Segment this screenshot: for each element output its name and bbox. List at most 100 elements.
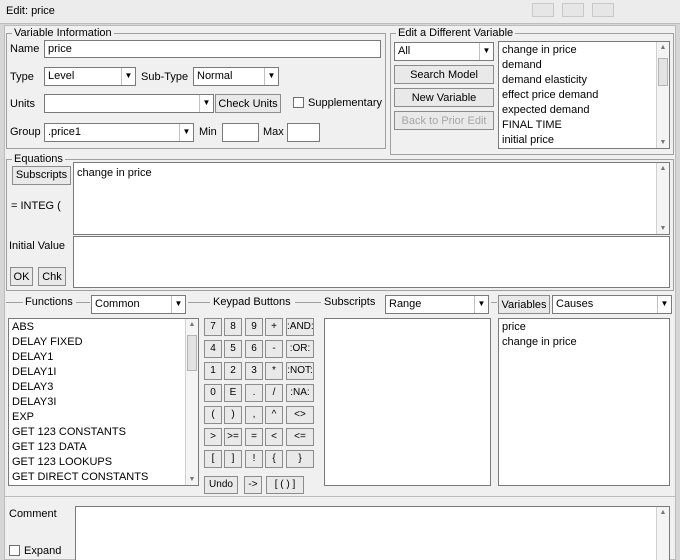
list-item[interactable]: DELAY FIXED	[9, 335, 198, 350]
keypad-key[interactable]: *	[265, 362, 283, 380]
list-item[interactable]: DELAY1I	[9, 365, 198, 380]
scroll-thumb[interactable]	[187, 335, 197, 371]
min-field[interactable]	[222, 123, 259, 142]
list-item[interactable]: change in price	[499, 43, 669, 58]
keypad-key[interactable]: !	[245, 450, 263, 468]
check-units-button[interactable]: Check Units	[215, 94, 281, 113]
list-item[interactable]: DELAY3I	[9, 395, 198, 410]
chevron-down-icon[interactable]: ▼	[199, 95, 213, 112]
maximize-button[interactable]	[562, 3, 584, 17]
keypad-key[interactable]: :OR:	[286, 340, 314, 358]
list-item[interactable]: EXP	[9, 410, 198, 425]
keypad-key[interactable]: :NA:	[286, 384, 314, 402]
equation-text[interactable]: change in price	[74, 163, 669, 181]
back-to-prior-edit-button[interactable]: Back to Prior Edit	[394, 111, 494, 130]
undo-button[interactable]: Undo	[204, 476, 238, 494]
keypad-key[interactable]: >=	[224, 428, 242, 446]
search-model-button[interactable]: Search Model	[394, 65, 494, 84]
list-item[interactable]: FINAL TIME	[499, 118, 669, 133]
scroll-down-icon[interactable]: ▼	[657, 225, 669, 232]
keypad-key[interactable]: E	[224, 384, 242, 402]
list-item[interactable]: expected demand	[499, 103, 669, 118]
keypad-key[interactable]: /	[265, 384, 283, 402]
list-item[interactable]: DELAY1	[9, 350, 198, 365]
keypad-key[interactable]: >	[204, 428, 222, 446]
variable-filter-select[interactable]: All ▼	[394, 42, 494, 61]
chk-button[interactable]: Chk	[38, 267, 66, 286]
chevron-down-icon[interactable]: ▼	[171, 296, 185, 313]
scroll-up-icon[interactable]: ▲	[657, 509, 669, 516]
scroll-down-icon[interactable]: ▼	[186, 476, 198, 483]
chevron-down-icon[interactable]: ▼	[474, 296, 488, 313]
subscripts-filter-select[interactable]: Range ▼	[385, 295, 489, 314]
units-select[interactable]: ▼	[44, 94, 214, 113]
variables-button[interactable]: Variables	[498, 295, 550, 314]
variable-list-scrollbar[interactable]: ▲ ▼	[656, 42, 669, 148]
variables-filter-select[interactable]: Causes ▼	[552, 295, 672, 314]
keypad-key[interactable]: ]	[224, 450, 242, 468]
list-item[interactable]: price	[499, 320, 669, 335]
chevron-down-icon[interactable]: ▼	[121, 68, 135, 85]
chevron-down-icon[interactable]: ▼	[264, 68, 278, 85]
arrow-key[interactable]: ->	[244, 476, 262, 494]
chevron-down-icon[interactable]: ▼	[657, 296, 671, 313]
causes-variable-list[interactable]: price change in price	[498, 318, 670, 486]
expand-checkbox[interactable]	[9, 545, 20, 556]
chevron-down-icon[interactable]: ▼	[479, 43, 493, 60]
list-item[interactable]: DELAY3	[9, 380, 198, 395]
scroll-up-icon[interactable]: ▲	[186, 321, 198, 328]
keypad-key[interactable]: 6	[245, 340, 263, 358]
ok-button[interactable]: OK	[10, 267, 33, 286]
keypad-key[interactable]: ^	[265, 406, 283, 424]
keypad-key[interactable]: .	[245, 384, 263, 402]
list-item[interactable]: GET DIRECT CONSTANTS	[9, 470, 198, 485]
keypad-key[interactable]: 4	[204, 340, 222, 358]
close-button[interactable]	[592, 3, 614, 17]
list-item[interactable]: initial price	[499, 133, 669, 148]
subscripts-list[interactable]	[324, 318, 491, 486]
max-field[interactable]	[287, 123, 320, 142]
list-item[interactable]: GET 123 CONSTANTS	[9, 425, 198, 440]
keypad-key[interactable]: 9	[245, 318, 263, 336]
keypad-key[interactable]: +	[265, 318, 283, 336]
keypad-key[interactable]: 7	[204, 318, 222, 336]
variable-list[interactable]: change in price demand demand elasticity…	[498, 41, 670, 149]
scroll-up-icon[interactable]: ▲	[657, 44, 669, 51]
keypad-key[interactable]: }	[286, 450, 314, 468]
supplementary-checkbox[interactable]	[293, 97, 304, 108]
equation-scrollbar[interactable]: ▲ ▼	[656, 163, 669, 234]
list-item[interactable]: ABS	[9, 320, 198, 335]
bracket-key[interactable]: [ ( ) ]	[266, 476, 304, 494]
keypad-key[interactable]: :AND:	[286, 318, 314, 336]
functions-scrollbar[interactable]: ▲ ▼	[185, 319, 198, 485]
keypad-key[interactable]: 2	[224, 362, 242, 380]
keypad-key[interactable]: ,	[245, 406, 263, 424]
scroll-down-icon[interactable]: ▼	[657, 139, 669, 146]
keypad-key[interactable]: 3	[245, 362, 263, 380]
keypad-key[interactable]: 0	[204, 384, 222, 402]
list-item[interactable]: change in price	[499, 335, 669, 350]
keypad-key[interactable]: (	[204, 406, 222, 424]
keypad-key[interactable]: <=	[286, 428, 314, 446]
equation-editor[interactable]: change in price ▲ ▼	[73, 162, 670, 235]
initial-value-field[interactable]	[73, 236, 670, 288]
keypad-key[interactable]: )	[224, 406, 242, 424]
subtype-select[interactable]: Normal ▼	[193, 67, 279, 86]
list-item[interactable]: demand	[499, 58, 669, 73]
chevron-down-icon[interactable]: ▼	[179, 124, 193, 141]
minimize-button[interactable]	[532, 3, 554, 17]
keypad-key[interactable]: 8	[224, 318, 242, 336]
list-item[interactable]: GET 123 DATA	[9, 440, 198, 455]
keypad-key[interactable]: =	[245, 428, 263, 446]
functions-list[interactable]: ABS DELAY FIXED DELAY1 DELAY1I DELAY3 DE…	[8, 318, 199, 486]
keypad-key[interactable]: 5	[224, 340, 242, 358]
keypad-key[interactable]: <>	[286, 406, 314, 424]
keypad-key[interactable]: -	[265, 340, 283, 358]
keypad-key[interactable]: [	[204, 450, 222, 468]
name-field[interactable]: price	[44, 40, 381, 58]
new-variable-button[interactable]: New Variable	[394, 88, 494, 107]
keypad-key[interactable]: {	[265, 450, 283, 468]
comment-scrollbar[interactable]: ▲	[656, 507, 669, 560]
scroll-thumb[interactable]	[658, 58, 668, 86]
list-item[interactable]: effect price demand	[499, 88, 669, 103]
